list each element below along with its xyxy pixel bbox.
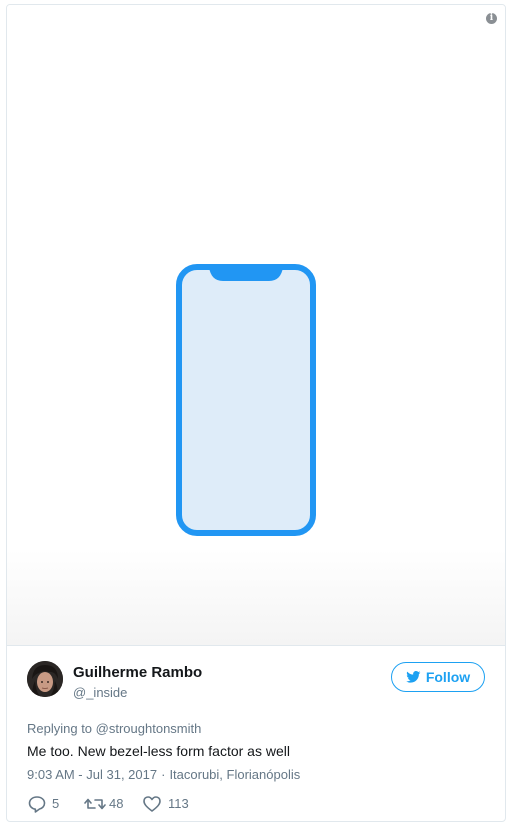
- tweet-media[interactable]: i: [7, 5, 505, 646]
- tweet-meta: 9:03 AM - Jul 31, 2017 · Itacorubi, Floria…: [27, 767, 300, 782]
- heart-icon: [143, 796, 161, 812]
- tweet-author: Guilherme Rambo @_inside Follow: [27, 661, 487, 701]
- reply-prefix: Replying to: [27, 721, 93, 736]
- reply-context: Replying to @stroughtonsmith: [27, 721, 201, 736]
- author-name[interactable]: Guilherme Rambo: [73, 664, 202, 681]
- tweet-timestamp-link[interactable]: 9:03 AM - Jul 31, 2017: [27, 767, 157, 782]
- avatar[interactable]: [27, 661, 63, 697]
- retweet-button[interactable]: 48: [84, 794, 128, 814]
- reply-button[interactable]: 5: [27, 794, 67, 814]
- tweet-card: i Guilherme Rambo @_inside Follow Replyi…: [6, 4, 506, 822]
- retweet-icon: [84, 798, 106, 810]
- twitter-bird-icon: [406, 670, 421, 683]
- like-button[interactable]: 113: [142, 794, 192, 814]
- reply-mention-link[interactable]: @stroughtonsmith: [96, 721, 202, 736]
- reply-icon: [28, 796, 46, 813]
- retweet-count: 48: [109, 796, 124, 811]
- avatar-photo: [27, 661, 63, 697]
- phone-body: [176, 264, 316, 536]
- phone-outline-icon: [176, 264, 316, 536]
- tweet-location-link[interactable]: Itacorubi, Florianópolis: [169, 767, 300, 782]
- like-count: 113: [168, 796, 189, 811]
- tweet-text: Me too. New bezel-less form factor as we…: [27, 743, 290, 759]
- follow-button[interactable]: Follow: [391, 662, 485, 692]
- follow-button-label: Follow: [425, 669, 471, 685]
- author-handle[interactable]: @_inside: [73, 685, 127, 700]
- phone-notch: [209, 267, 283, 281]
- reply-count: 5: [52, 796, 60, 811]
- meta-separator: ·: [161, 767, 166, 782]
